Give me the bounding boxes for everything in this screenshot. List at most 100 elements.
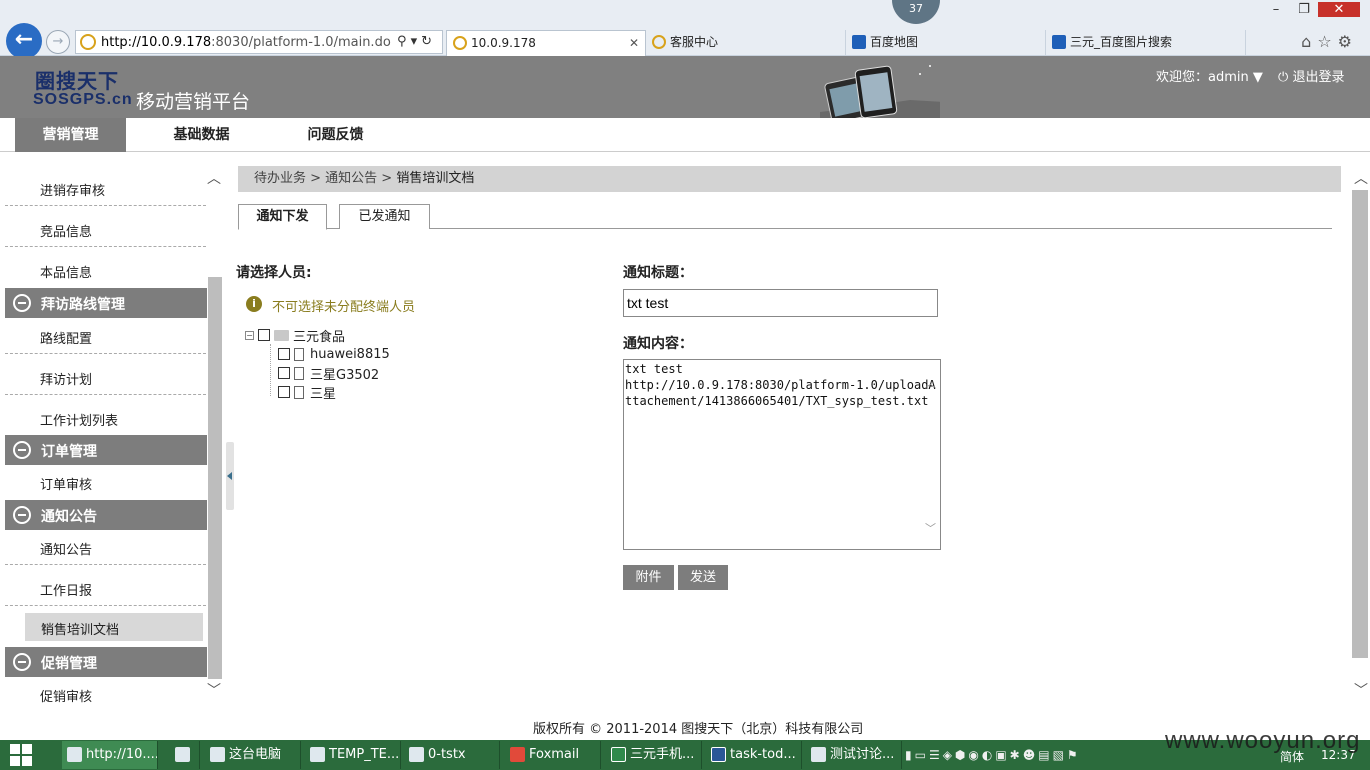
send-button[interactable]: 发送 — [678, 565, 728, 590]
sidebar-item-notice[interactable]: 通知公告 — [0, 525, 208, 565]
tree-checkbox[interactable] — [278, 348, 290, 360]
ie-icon — [652, 35, 666, 49]
word-icon — [711, 747, 726, 762]
sidebar-item-label: 本品信息 — [40, 266, 93, 281]
sidebar-scroll-down-icon[interactable]: ﹀ — [207, 680, 221, 700]
sidebar-item-product-info[interactable]: 本品信息 — [0, 248, 208, 288]
sidebar-item-stock-audit[interactable]: 进销存审核 — [0, 166, 208, 206]
forward-arrow-icon[interactable]: → — [46, 30, 70, 54]
sidebar-item-label: 工作日报 — [40, 584, 93, 599]
collapse-icon — [13, 653, 31, 671]
tree-node-child[interactable]: 三星 — [278, 383, 336, 402]
nav-feedback[interactable]: 问题反馈 — [280, 118, 391, 152]
taskbar-item-foxmail[interactable]: Foxmail — [505, 741, 601, 769]
taskbar-item-tstx[interactable]: 0-tstx — [404, 741, 500, 769]
app-icon — [175, 747, 190, 762]
sidebar-item-competitor-info[interactable]: 竞品信息 — [0, 207, 208, 247]
address-host: http://10.0.9.178 — [101, 34, 212, 50]
foxmail-icon — [510, 747, 525, 762]
document-icon — [294, 366, 304, 380]
logo: 圈搜天下 — [35, 69, 119, 93]
system-tray-icons[interactable]: ▮▭☰◈⬢◉◐▣✱☻▤▧⚑ — [905, 748, 1081, 762]
tree-checkbox[interactable] — [278, 367, 290, 379]
sidebar-item-route-config[interactable]: 路线配置 — [0, 314, 208, 354]
notice-content-textarea[interactable]: txt test http://10.0.9.178:8030/platform… — [623, 359, 941, 550]
sidebar-item-promo-audit[interactable]: 促销审核 — [0, 672, 208, 705]
copyright-footer: 版权所有 © 2011-2014 图搜天下（北京）科技有限公司 — [533, 722, 864, 737]
watermark: www.wooyun.org — [1165, 727, 1361, 754]
sidebar-group-label: 拜访路线管理 — [41, 297, 125, 313]
tree-checkbox[interactable] — [278, 386, 290, 398]
info-icon: i — [246, 296, 262, 312]
choose-people-label: 请选择人员: — [236, 265, 312, 281]
sidebar-item-sales-training[interactable]: 销售培训文档 › — [25, 613, 203, 641]
browser-tab[interactable]: 三元_百度图片搜索 — [1046, 30, 1246, 56]
sidebar-scrollbar[interactable] — [208, 277, 222, 679]
back-arrow-icon[interactable]: ← — [6, 23, 42, 59]
tree-checkbox[interactable] — [258, 329, 270, 341]
browser-tab-active[interactable]: 10.0.9.178 ✕ — [446, 30, 646, 56]
sidebar-item-work-plan-list[interactable]: 工作计划列表 — [0, 396, 208, 436]
sidebar-item-visit-plan[interactable]: 拜访计划 — [0, 355, 208, 395]
welcome-user-menu[interactable]: 欢迎您：admin ▼ — [1156, 66, 1263, 85]
excel-icon — [611, 747, 626, 762]
page-scroll-down-icon[interactable]: ﹀ — [1354, 680, 1368, 700]
taskbar-item-this-pc[interactable]: 这台电脑 — [205, 741, 301, 769]
logout-label: 退出登录 — [1292, 70, 1345, 85]
browser-tab[interactable]: 客服中心 — [646, 30, 846, 56]
taskbar-item-excel[interactable]: 三元手机... — [606, 741, 702, 769]
taskbar-item-app[interactable] — [170, 741, 200, 769]
minimize-button[interactable]: – — [1262, 2, 1290, 17]
tree-node-label: huawei8815 — [310, 346, 390, 362]
page-scroll-up-icon[interactable]: ︿ — [1354, 168, 1368, 188]
textarea-scroll-down-icon[interactable]: ﹀ — [925, 520, 936, 536]
browser-tab-label: 10.0.9.178 — [471, 36, 536, 50]
power-icon: ⏻ — [1278, 70, 1289, 85]
taskbar-item-temp[interactable]: TEMP_TE... — [305, 741, 401, 769]
taskbar-item-label: 0-tstx — [428, 747, 466, 762]
document-icon — [294, 347, 304, 361]
attach-button[interactable]: 附件 — [623, 565, 674, 590]
sidebar-item-label: 通知公告 — [40, 543, 93, 558]
tree-expander-icon[interactable]: − — [245, 330, 254, 340]
close-window-button[interactable]: ✕ — [1318, 2, 1360, 17]
close-tab-icon[interactable]: ✕ — [629, 31, 639, 55]
nav-basic-data[interactable]: 基础数据 — [146, 118, 257, 152]
sidebar: 进销存审核 竞品信息 本品信息 拜访路线管理 路线配置 拜访计划 工作计划列表 … — [0, 160, 208, 705]
chat-icon — [811, 747, 826, 762]
address-bar[interactable]: http://10.0.9.178:8030/platform-1.0/main… — [75, 30, 443, 54]
taskbar-item-label: http://10.... — [86, 747, 158, 762]
logo-sub: SOSGPS.cn — [33, 91, 133, 108]
tree-connector — [270, 344, 271, 396]
tree-node-child[interactable]: 三星G3502 — [278, 364, 379, 383]
tree-node-root[interactable]: − 三元食品 — [245, 326, 345, 345]
tab-sent-notices[interactable]: 已发通知 — [339, 204, 430, 229]
sidebar-collapse-handle[interactable] — [226, 442, 234, 510]
sidebar-item-daily-report[interactable]: 工作日报 — [0, 566, 208, 606]
logout-button[interactable]: ⏻ 退出登录 — [1278, 66, 1344, 85]
sidebar-item-label: 竞品信息 — [40, 225, 93, 240]
sidebar-item-label: 路线配置 — [40, 332, 93, 347]
taskbar-item-ie[interactable]: http://10.... — [62, 741, 158, 769]
browser-tab-label: 三元_百度图片搜索 — [1070, 35, 1173, 49]
taskbar-item-word[interactable]: task-tod... — [706, 741, 802, 769]
address-tools[interactable]: ⚲▾↻ — [397, 34, 436, 49]
textarea-scroll-up-icon[interactable]: ︿ — [925, 375, 936, 391]
baidu-paw-icon — [1052, 35, 1066, 49]
nav-marketing[interactable]: 营销管理 — [15, 118, 126, 152]
windows-start-icon[interactable] — [10, 744, 32, 766]
sidebar-scroll-up-icon[interactable]: ︿ — [207, 168, 221, 188]
folder-icon — [310, 747, 325, 762]
sidebar-item-label: 促销审核 — [40, 690, 93, 705]
folder-icon — [409, 747, 424, 762]
restore-button[interactable]: ❐ — [1290, 2, 1318, 17]
tree-node-child[interactable]: huawei8815 — [278, 345, 390, 363]
taskbar-item-chat[interactable]: 测试讨论... — [806, 741, 902, 769]
tab-send-notice[interactable]: 通知下发 — [238, 204, 327, 230]
notice-title-input[interactable] — [623, 289, 938, 317]
browser-toolbar-icons[interactable]: ⌂☆⚙ — [1301, 32, 1358, 51]
sidebar-item-order-audit[interactable]: 订单审核 — [0, 460, 208, 500]
browser-tab[interactable]: 百度地图 — [846, 30, 1046, 56]
page-scrollbar[interactable] — [1352, 190, 1368, 658]
document-icon — [294, 385, 304, 399]
